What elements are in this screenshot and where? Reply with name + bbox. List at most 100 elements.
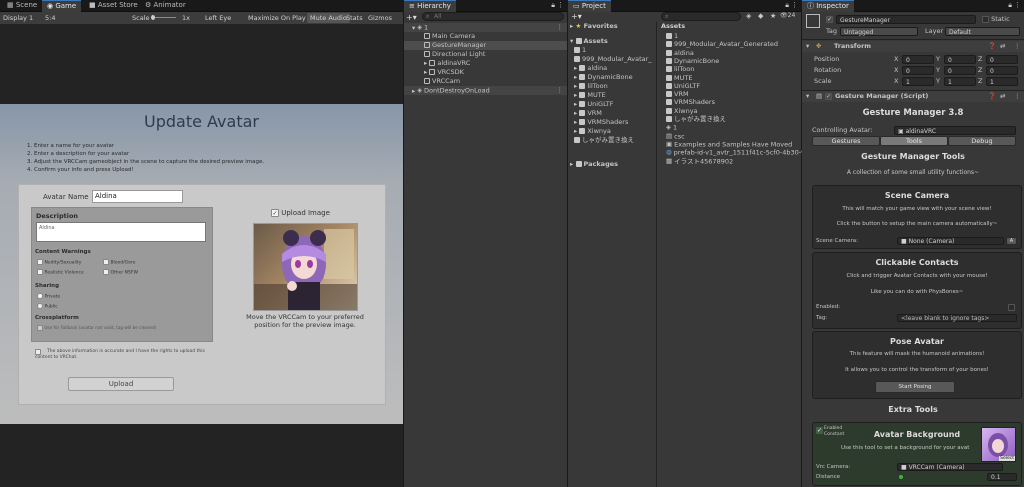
tab-project[interactable]: ▭ Project xyxy=(568,0,611,12)
filter-label-icon[interactable]: ◆ xyxy=(758,12,763,20)
hierarchy-scene[interactable]: ▾ ◈ 1 ⋮ xyxy=(404,23,567,32)
favorites-item[interactable]: ▸ ★ Favorites xyxy=(570,22,618,31)
position-x-field[interactable]: 0 xyxy=(902,55,934,64)
transform-header[interactable]: ▾ ✥ Transform ❓ ⇄ ⋮ xyxy=(802,41,1024,52)
scene-menu-icon[interactable]: ⋮ xyxy=(557,23,564,32)
warning-blood[interactable]: Blood/Gore xyxy=(103,259,135,266)
assets-root-item[interactable]: ▾ Assets xyxy=(570,37,608,46)
static-toggle[interactable]: Static xyxy=(982,15,1010,24)
lock-icon[interactable]: 🔒︎ xyxy=(551,1,555,10)
project-tree-folder[interactable]: ▸ VRMShaders xyxy=(574,118,628,127)
tab-game[interactable]: ◉ Game xyxy=(42,0,82,12)
description-input[interactable]: Aldina xyxy=(36,222,206,242)
hierarchy-item[interactable]: VRCCam xyxy=(404,77,567,86)
axis-z-label[interactable]: Z xyxy=(978,66,982,75)
packages-item[interactable]: ▸ Packages xyxy=(570,160,618,169)
scale-y-field[interactable]: 1 xyxy=(944,77,976,86)
script-header[interactable]: ▾ ▤ ✓ Gesture Manager (Script) ❓ ⇄ ⋮ xyxy=(802,90,1024,102)
object-name-field[interactable]: GestureManager xyxy=(836,15,976,24)
scene-menu-icon[interactable]: ⋮ xyxy=(557,86,564,95)
axis-z-label[interactable]: Z xyxy=(978,55,982,64)
tab-hierarchy[interactable]: ≡ Hierarchy xyxy=(404,0,456,12)
favorite-star-icon[interactable]: ★ xyxy=(770,12,776,20)
filter-type-icon[interactable]: ◈ xyxy=(746,12,751,20)
upload-button[interactable]: Upload xyxy=(68,377,174,391)
warning-nudity-checkbox[interactable] xyxy=(37,259,43,265)
avatar-name-input[interactable]: Aldina xyxy=(92,190,183,203)
public-radio[interactable] xyxy=(37,303,43,309)
axis-y-label[interactable]: Y xyxy=(936,66,940,75)
tab-tools[interactable]: Tools xyxy=(880,136,948,146)
warning-nsfw-checkbox[interactable] xyxy=(103,269,109,275)
tab-inspector[interactable]: ⓘ Inspector xyxy=(802,0,854,12)
bg-preview-thumbnail[interactable]: Select xyxy=(981,427,1016,462)
axis-x-label[interactable]: X xyxy=(894,66,898,75)
eye-dropdown[interactable]: Left Eye xyxy=(205,13,231,23)
project-tree-folder[interactable]: 999_Modular_Avatar_ xyxy=(574,55,652,64)
hierarchy-scene[interactable]: ▸ ◈ DontDestroyOnLoad ⋮ xyxy=(404,86,567,95)
maximize-toggle[interactable]: Maximize On Play xyxy=(248,13,306,23)
vrc-camera-field[interactable]: ■ VRCCam (Camera) xyxy=(897,463,1003,471)
hierarchy-item[interactable]: GestureManager xyxy=(404,41,567,50)
warning-nsfw[interactable]: Other NSFW xyxy=(103,269,138,276)
layer-dropdown[interactable]: Default xyxy=(945,27,1020,36)
project-file[interactable]: ▦ イラスト45678902 xyxy=(666,157,733,166)
component-menu-icon[interactable]: ⋮ xyxy=(1014,42,1021,51)
start-posing-button[interactable]: Start Posing xyxy=(875,381,955,393)
static-checkbox[interactable] xyxy=(982,15,989,23)
position-y-field[interactable]: 0 xyxy=(944,55,976,64)
inspector-menu-icon[interactable]: ⋮ xyxy=(1014,1,1021,9)
gizmos-dropdown[interactable]: Gizmos xyxy=(368,13,392,23)
private-radio[interactable] xyxy=(37,293,43,299)
axis-y-label[interactable]: Y xyxy=(936,55,940,64)
project-menu-icon[interactable]: ⋮ xyxy=(791,1,798,9)
preset-icon[interactable]: ⇄ xyxy=(1000,42,1005,51)
distance-input[interactable]: 0.1 xyxy=(987,473,1017,481)
contacts-tag-input[interactable]: <leave blank to ignore tags> xyxy=(897,314,1017,322)
mute-audio-toggle[interactable]: Mute Audio xyxy=(307,13,350,23)
hierarchy-search[interactable]: ⌕ All xyxy=(422,12,564,21)
axis-z-label[interactable]: Z xyxy=(978,77,982,86)
script-preset-icon[interactable]: ⇄ xyxy=(1000,92,1005,101)
project-tree-folder[interactable]: ▸ DynamicBone xyxy=(574,73,633,82)
scale-z-field[interactable]: 1 xyxy=(986,77,1018,86)
script-help-icon[interactable]: ❓ xyxy=(988,92,996,101)
hierarchy-item[interactable]: Main Camera xyxy=(404,32,567,41)
project-tree-folder[interactable]: 1 xyxy=(574,46,586,55)
project-lock-icon[interactable]: 🔒︎ xyxy=(785,1,789,10)
add-button[interactable]: +▾ xyxy=(406,13,417,22)
aspect-dropdown[interactable]: 5:4 xyxy=(45,13,55,23)
rights-confirmation[interactable]: The above information is accurate and I … xyxy=(35,349,205,361)
project-tree-folder[interactable]: ▸ VRM xyxy=(574,109,602,118)
rotation-y-field[interactable]: 0 xyxy=(944,66,976,75)
warning-nudity[interactable]: Nudity/Sexuality xyxy=(37,259,81,266)
hierarchy-item[interactable]: Directional Light xyxy=(404,50,567,59)
upload-image-checkbox[interactable]: ✓ xyxy=(271,209,279,217)
active-checkbox[interactable]: ✓ xyxy=(826,16,833,23)
upload-image-toggle[interactable]: ✓ Upload Image xyxy=(271,209,330,217)
warning-violence-checkbox[interactable] xyxy=(37,269,43,275)
project-tree-folder[interactable]: ▸ aldina xyxy=(574,64,607,73)
scale-x-field[interactable]: 1 xyxy=(902,77,934,86)
inspector-lock-icon[interactable]: 🔒︎ xyxy=(1008,1,1012,10)
project-add-button[interactable]: +▾ xyxy=(571,12,582,21)
select-label[interactable]: Select xyxy=(999,456,1015,461)
scale-slider-handle[interactable] xyxy=(151,15,155,20)
project-tree-folder[interactable]: ▸ Xiwnya xyxy=(574,127,611,136)
axis-x-label[interactable]: X xyxy=(894,77,898,86)
axis-x-label[interactable]: X xyxy=(894,55,898,64)
tab-scene[interactable]: ▦ Scene xyxy=(2,0,42,11)
tab-debug[interactable]: Debug xyxy=(948,136,1016,146)
help-icon[interactable]: ❓ xyxy=(988,42,996,51)
project-tree-folder[interactable]: ▸ lilToon xyxy=(574,82,608,91)
controlling-avatar-field[interactable]: ▣ aldinaVRC xyxy=(894,126,1016,135)
sharing-private[interactable]: Private xyxy=(37,293,60,300)
stats-toggle[interactable]: Stats xyxy=(346,13,363,23)
scene-camera-field[interactable]: ■ None (Camera) xyxy=(897,237,1004,245)
axis-y-label[interactable]: Y xyxy=(936,77,940,86)
script-enabled-checkbox[interactable]: ✓ xyxy=(825,93,832,100)
distance-slider-handle[interactable] xyxy=(899,475,903,479)
tab-gestures[interactable]: Gestures xyxy=(812,136,880,146)
project-tree-folder[interactable]: しゃがみ置き換え xyxy=(574,136,634,145)
rotation-x-field[interactable]: 0 xyxy=(902,66,934,75)
